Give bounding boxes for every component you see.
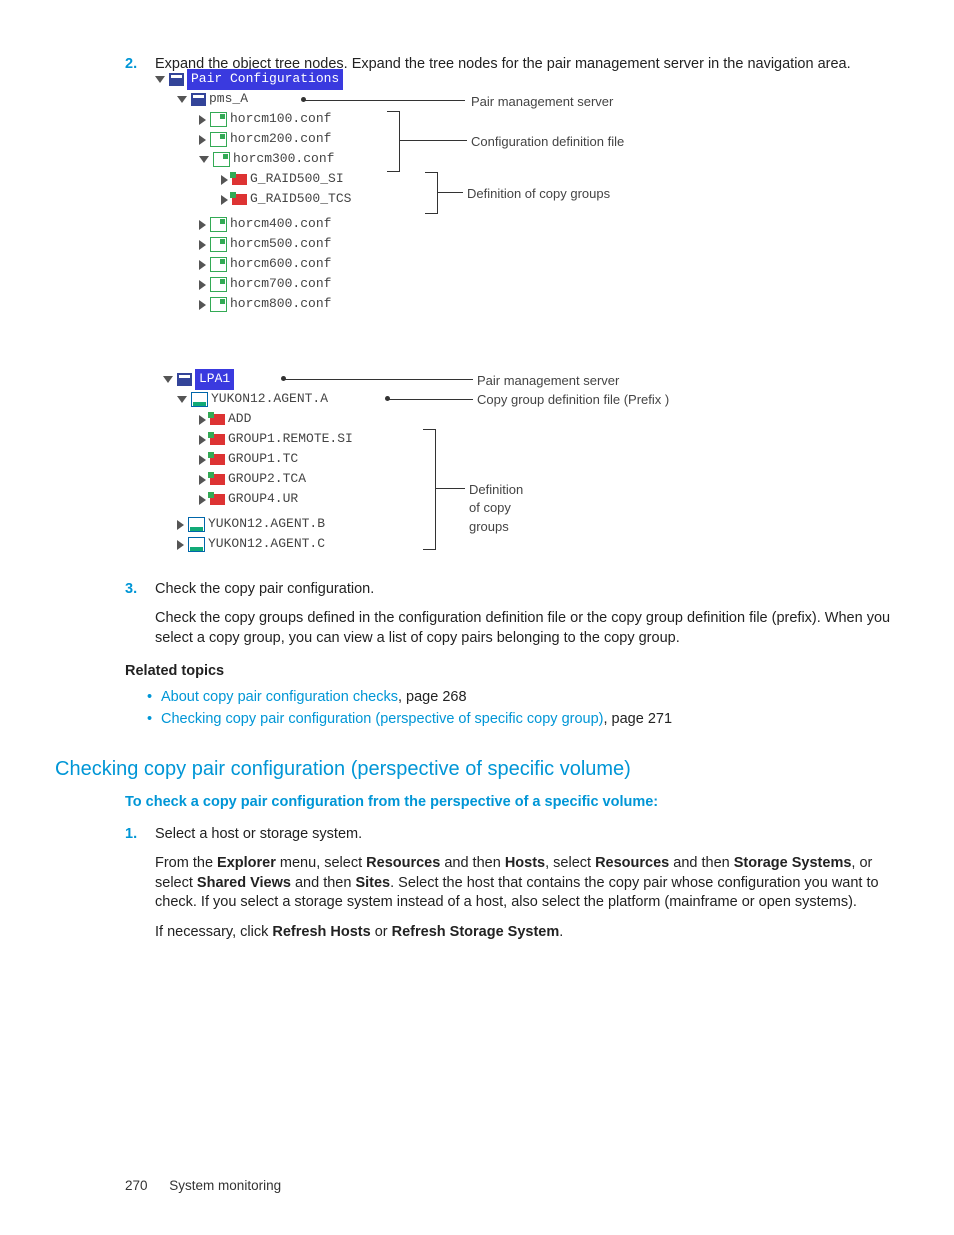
step-text: Select a host or storage system. [155, 825, 894, 845]
file-icon [210, 257, 227, 272]
config-icon [169, 73, 184, 86]
tree-file: horcm100.conf [230, 110, 331, 129]
step-1b-para1: From the Explorer menu, select Resources… [155, 854, 894, 913]
related-page: , page 271 [603, 711, 672, 727]
tree-group: G_RAID500_TCS [250, 190, 351, 209]
tree-server: pms_A [209, 90, 248, 109]
tree-agent: YUKON12.AGENT.A [211, 390, 328, 409]
related-topics-list: About copy pair configuration checks, pa… [147, 688, 894, 730]
group-icon [210, 434, 225, 445]
page-number: 270 [125, 1178, 148, 1193]
group-icon [232, 174, 247, 185]
chapter-title: System monitoring [169, 1178, 281, 1193]
annotation-copy-groups-2: Definition of copy groups [469, 481, 523, 538]
tree-agent: YUKON12.AGENT.C [208, 535, 325, 554]
tree-agent: YUKON12.AGENT.B [208, 515, 325, 534]
step-3: 3. Check the copy pair configuration. [125, 580, 894, 600]
tree-file: horcm300.conf [233, 150, 334, 169]
tree-file: horcm400.conf [230, 215, 331, 234]
procedure-heading: To check a copy pair configuration from … [125, 793, 894, 813]
agent-icon [188, 537, 205, 552]
agent-icon [188, 517, 205, 532]
tree-group: GROUP1.REMOTE.SI [228, 430, 353, 449]
tree-root: Pair Configurations [187, 69, 343, 90]
tree-file: horcm500.conf [230, 235, 331, 254]
group-icon [232, 194, 247, 205]
group-icon [210, 494, 225, 505]
tree-file: horcm200.conf [230, 130, 331, 149]
annotation-pms: Pair management server [471, 93, 613, 112]
step-1b: 1. Select a host or storage system. [125, 825, 894, 845]
page-footer: 270 System monitoring [125, 1177, 281, 1195]
related-link[interactable]: About copy pair configuration checks [161, 689, 398, 705]
tree-file: horcm800.conf [230, 295, 331, 314]
tree-diagram-1: Pair management server Configuration def… [155, 90, 894, 350]
section-heading: Checking copy pair configuration (perspe… [55, 756, 894, 783]
related-page: , page 268 [398, 689, 467, 705]
related-topics-heading: Related topics [125, 662, 894, 682]
file-icon [210, 297, 227, 312]
tree-file: horcm600.conf [230, 255, 331, 274]
file-icon [213, 152, 230, 167]
tree-diagram-2: Pair management server Copy group defini… [155, 370, 894, 560]
tree-group: G_RAID500_SI [250, 170, 344, 189]
file-icon [210, 112, 227, 127]
group-icon [210, 474, 225, 485]
annotation-copy-groups: Definition of copy groups [467, 185, 610, 204]
tree-server-2: LPA1 [195, 369, 234, 390]
tree-file: horcm700.conf [230, 275, 331, 294]
annotation-pms2: Pair management server [477, 372, 619, 391]
tree-group: GROUP2.TCA [228, 470, 306, 489]
tree-group: GROUP4.UR [228, 490, 298, 509]
step-number: 3. [125, 580, 155, 600]
step-number: 2. [125, 55, 155, 75]
tree-group: ADD [228, 410, 251, 429]
step-number: 1. [125, 825, 155, 845]
server-icon [191, 93, 206, 106]
group-icon [210, 414, 225, 425]
agent-icon [191, 392, 208, 407]
step-1b-para2: If necessary, click Refresh Hosts or Ref… [155, 923, 894, 943]
related-item: Checking copy pair configuration (perspe… [147, 710, 894, 730]
step-3-para: Check the copy groups defined in the con… [155, 609, 894, 648]
tree-group: GROUP1.TC [228, 450, 298, 469]
related-link[interactable]: Checking copy pair configuration (perspe… [161, 711, 603, 727]
group-icon [210, 454, 225, 465]
annotation-conf-file: Configuration definition file [471, 133, 624, 152]
file-icon [210, 277, 227, 292]
file-icon [210, 237, 227, 252]
server-icon [177, 373, 192, 386]
related-item: About copy pair configuration checks, pa… [147, 688, 894, 708]
step-text: Check the copy pair configuration. [155, 580, 894, 600]
file-icon [210, 217, 227, 232]
file-icon [210, 132, 227, 147]
annotation-agent: Copy group definition file (Prefix ) [477, 392, 669, 408]
